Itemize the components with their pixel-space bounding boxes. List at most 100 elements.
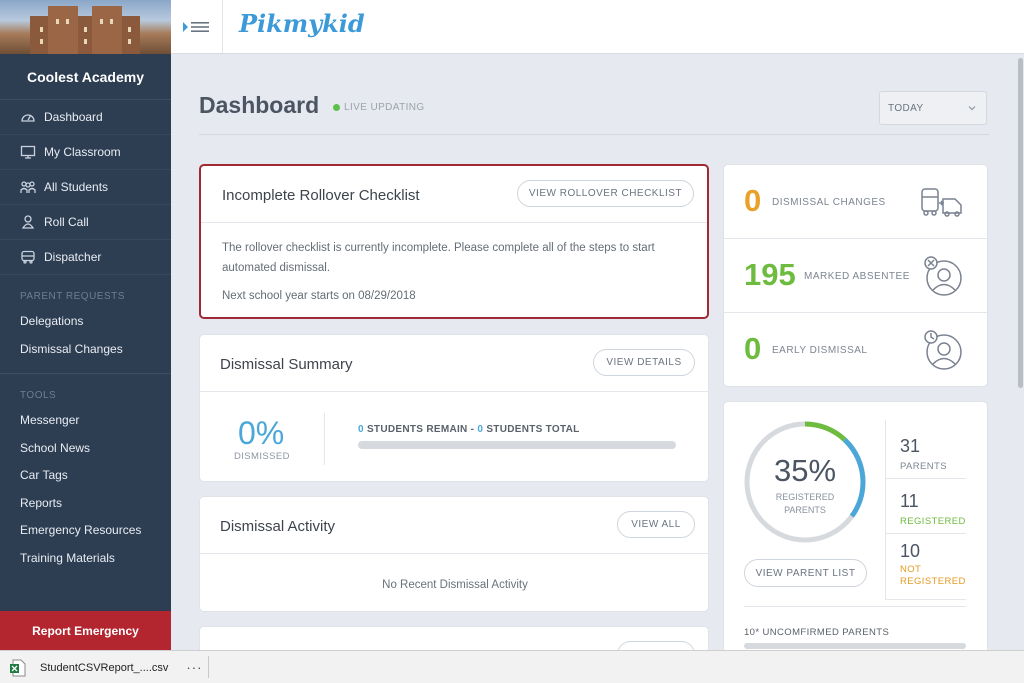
parents-divider — [886, 599, 966, 600]
sidebar-item-dispatcher[interactable]: Dispatcher — [0, 240, 171, 275]
dismissal-summary-card: Dismissal Summary VIEW DETAILS 0% DISMIS… — [199, 334, 710, 482]
vehicles-icon — [921, 188, 962, 217]
sidebar: Coolest Academy Dashboard My Classroom A… — [0, 0, 171, 650]
live-status-label: LIVE UPDATING — [344, 102, 425, 113]
early-clock-person-icon — [924, 330, 962, 370]
date-range-select[interactable]: TODAY — [879, 91, 987, 125]
remain-label: STUDENTS REMAIN - — [363, 424, 478, 435]
download-more-button[interactable]: ··· — [186, 660, 202, 675]
sidebar-item-label: My Classroom — [44, 145, 121, 159]
sidebar-item-training-materials[interactable]: Training Materials — [0, 545, 171, 573]
card-divider — [200, 391, 710, 392]
registered-label: REGISTERED — [900, 516, 966, 527]
scrollbar-thumb[interactable] — [1018, 58, 1023, 388]
chevron-down-icon — [968, 106, 976, 111]
school-banner-image — [0, 0, 171, 54]
title-divider — [199, 134, 989, 135]
rollover-checklist-card: Incomplete Rollover Checklist VIEW ROLLO… — [199, 164, 709, 319]
rollover-message: The rollover checklist is currently inco… — [222, 242, 655, 274]
parents-separator — [885, 420, 886, 600]
unconfirmed-divider — [744, 606, 966, 607]
dismissal-activity-title: Dismissal Activity — [220, 518, 336, 535]
download-separator — [208, 656, 209, 678]
download-item[interactable]: StudentCSVReport_....csv ··· — [10, 655, 202, 680]
parents-card: 35% REGISTERED PARENTS VIEW PARENT LIST … — [723, 401, 988, 650]
total-parents-count: 31 — [900, 436, 921, 456]
dismissed-percent: 0% — [238, 415, 285, 451]
dismissal-stats-card: 0 DISMISSAL CHANGES 195 MARKED ABSENTEE — [723, 164, 988, 387]
not-registered-count: 10 — [900, 541, 921, 561]
stat-value: 195 — [744, 257, 796, 292]
excel-file-icon — [10, 659, 26, 677]
live-status: LIVE UPDATING — [333, 102, 425, 113]
sidebar-item-messenger[interactable]: Messenger — [0, 407, 171, 435]
tools-heading: TOOLS — [20, 390, 57, 401]
view-details-button[interactable]: VIEW DETAILS — [593, 349, 695, 376]
sidebar-item-emergency-resources[interactable]: Emergency Resources — [0, 517, 171, 545]
date-range-value: TODAY — [888, 102, 924, 114]
monitor-icon — [19, 144, 37, 160]
stat-value: 0 — [744, 331, 762, 366]
absent-person-icon — [924, 256, 962, 296]
sidebar-item-my-classroom[interactable]: My Classroom — [0, 135, 171, 170]
students-icon — [19, 179, 37, 195]
unconfirmed-parents-label: 10* UNCOMFIRMED PARENTS — [744, 627, 890, 638]
total-parents-stat: 31 PARENTS — [900, 436, 947, 472]
dispatcher-bus-icon — [19, 249, 37, 265]
sidebar-item-car-tags[interactable]: Car Tags — [0, 462, 171, 490]
not-registered-label-2: REGISTERED — [900, 576, 966, 587]
rollover-title: Incomplete Rollover Checklist — [222, 187, 420, 204]
registered-percent: 35% — [773, 453, 837, 488]
dismissal-activity-card: Dismissal Activity VIEW ALL No Recent Di… — [199, 496, 710, 612]
dismissal-summary-title: Dismissal Summary — [220, 356, 353, 373]
sidebar-item-delegations[interactable]: Delegations — [0, 308, 171, 336]
partial-card — [199, 626, 709, 650]
roll-call-icon — [19, 214, 37, 230]
not-registered-stat: 10 NOT REGISTERED — [900, 541, 966, 587]
download-filename: StudentCSVReport_....csv — [40, 661, 169, 674]
school-name: Coolest Academy — [0, 54, 171, 100]
stat-label: EARLY DISMISSAL — [772, 345, 868, 356]
view-all-button[interactable]: VIEW ALL — [617, 511, 695, 538]
sidebar-item-school-news[interactable]: School News — [0, 435, 171, 463]
ring-label-registered: REGISTERED — [775, 492, 835, 502]
sidebar-toggle-button[interactable] — [171, 0, 223, 53]
students-remain-text: 0 STUDENTS REMAIN - 0 STUDENTS TOTAL — [358, 424, 580, 435]
stat-dismissal-changes[interactable]: 0 DISMISSAL CHANGES — [724, 165, 989, 239]
ring-label-parents: PARENTS — [784, 505, 826, 515]
view-parent-list-button[interactable]: VIEW PARENT LIST — [744, 559, 867, 587]
sidebar-item-dismissal-changes[interactable]: Dismissal Changes — [0, 336, 171, 364]
sidebar-item-roll-call[interactable]: Roll Call — [0, 205, 171, 240]
sidebar-item-label: Dispatcher — [44, 250, 102, 264]
parent-requests-heading: PARENT REQUESTS — [20, 291, 125, 302]
parents-divider — [886, 478, 966, 479]
card-divider — [200, 553, 710, 554]
registered-parents-stat: 11 REGISTERED — [900, 491, 966, 527]
total-parents-label: PARENTS — [900, 461, 947, 472]
sidebar-item-all-students[interactable]: All Students — [0, 170, 171, 205]
topbar: Pikmykid — [171, 0, 1024, 54]
stat-label: DISMISSAL CHANGES — [772, 197, 886, 208]
view-rollover-checklist-button[interactable]: VIEW ROLLOVER CHECKLIST — [517, 180, 694, 207]
stat-value: 0 — [744, 183, 762, 218]
parents-divider — [886, 533, 966, 534]
sidebar-item-reports[interactable]: Reports — [0, 490, 171, 518]
pikmykid-logo[interactable]: Pikmykid — [239, 9, 365, 38]
sidebar-item-dashboard[interactable]: Dashboard — [0, 100, 171, 135]
sidebar-item-label: Roll Call — [44, 215, 89, 229]
page-title: Dashboard — [199, 92, 320, 118]
dismissal-progress-bar — [358, 441, 676, 449]
card-divider — [201, 222, 707, 223]
sidebar-item-label: All Students — [44, 180, 109, 194]
total-label: STUDENTS TOTAL — [483, 424, 580, 435]
partial-card-button[interactable] — [617, 641, 695, 650]
not-registered-label-1: NOT — [900, 564, 922, 575]
dashboard-gauge-icon — [19, 109, 37, 125]
stat-marked-absentee[interactable]: 195 MARKED ABSENTEE — [724, 239, 989, 313]
main-content: Dashboard LIVE UPDATING TODAY Incomplete… — [171, 54, 1017, 650]
activity-empty-message: No Recent Dismissal Activity — [382, 579, 528, 591]
stat-early-dismissal[interactable]: 0 EARLY DISMISSAL — [724, 313, 989, 387]
download-bar: StudentCSVReport_....csv ··· — [0, 650, 1024, 683]
sidebar-toggle-icon — [182, 21, 209, 32]
report-emergency-button[interactable]: Report Emergency — [0, 611, 171, 650]
